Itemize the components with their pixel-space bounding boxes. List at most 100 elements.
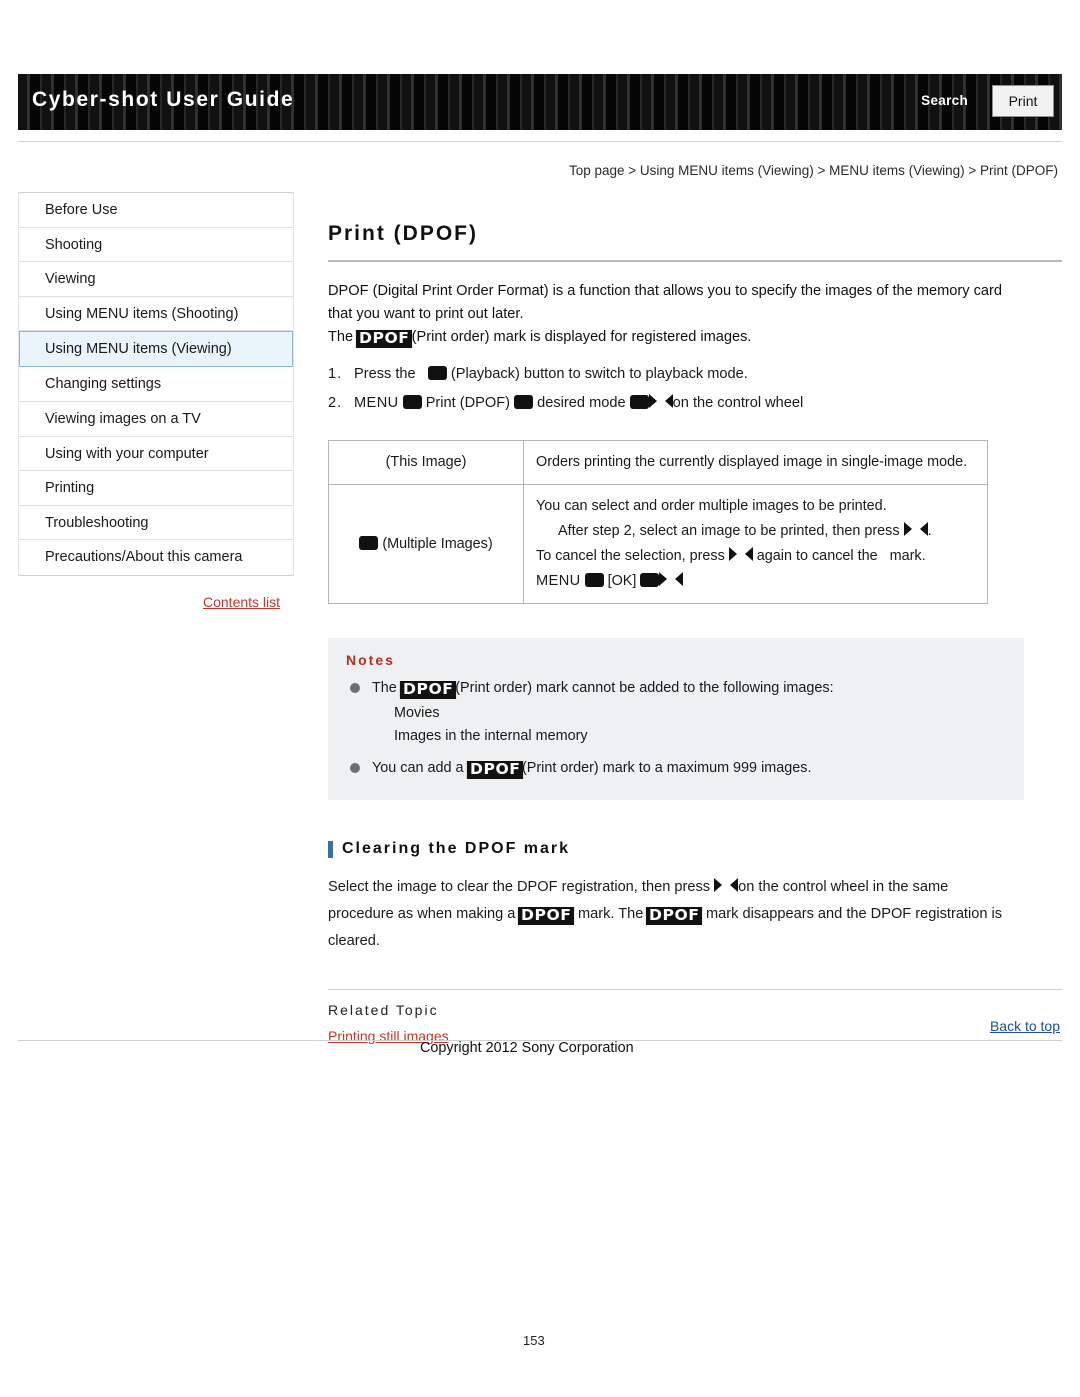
step-1-pre: Press the <box>354 366 416 382</box>
table-cell-mode-name: (This Image) <box>328 440 524 485</box>
step-2-end: on the control wheel <box>672 395 804 411</box>
menu-label: MENU <box>354 395 399 411</box>
dpof-icon: DPOF <box>518 907 576 925</box>
back-to-top-link[interactable]: Back to top <box>990 1018 1060 1034</box>
page-number: 153 <box>523 1333 545 1348</box>
breadcrumb[interactable]: Top page > Using MENU items (Viewing) > … <box>569 163 1058 178</box>
sidebar-item-troubleshooting[interactable]: Troubleshooting <box>19 505 293 541</box>
dpof-icon: DPOF <box>399 681 457 699</box>
note-1-post: (Print order) mark cannot be added to th… <box>455 680 834 696</box>
menu-label: MENU <box>536 573 581 589</box>
multi-desc-line-3: To cancel the selection, press again to … <box>536 544 975 569</box>
step-2-mode: desired mode <box>537 395 626 411</box>
intro-line-1: DPOF (Digital Print Order Format) is a f… <box>328 283 1002 299</box>
title-divider <box>328 260 1062 262</box>
note-2-pre: You can add a <box>372 760 464 776</box>
intro-paragraph: DPOF (Digital Print Order Format) is a f… <box>328 280 1062 349</box>
subsection-body: Select the image to clear the DPOF regis… <box>328 874 1062 955</box>
note-1-sub-2: Images in the internal memory <box>394 728 588 744</box>
control-wheel-arrows-icon <box>659 572 684 587</box>
table-row: (This Image) Orders printing the current… <box>328 440 988 485</box>
subsection-line-2-mid: mark. The <box>577 906 644 922</box>
step-2-mid: Print (DPOF) <box>425 395 511 411</box>
dpof-icon: DPOF <box>466 761 524 779</box>
bullet-icon <box>350 763 360 773</box>
multi-desc-line-3-pre: To cancel the selection, press <box>536 548 725 564</box>
table-cell-mode-desc: You can select and order multiple images… <box>523 484 988 604</box>
multi-desc-line-2: After step 2, select an image to be prin… <box>558 522 932 539</box>
dpof-icon: DPOF <box>646 907 704 925</box>
sidebar-item-using-menu-items-shooting[interactable]: Using MENU items (Shooting) <box>19 296 293 332</box>
related-divider <box>328 989 1062 990</box>
sidebar-nav: Before Use Shooting Viewing Using MENU i… <box>18 192 294 576</box>
bullet-icon <box>350 683 360 693</box>
page-title: Print (DPOF) <box>328 222 478 245</box>
intro-line-3-pre: The <box>328 329 358 345</box>
subsection-line-2: procedure as when making a DPOF mark. Th… <box>328 901 1062 928</box>
sidebar-item-using-with-your-computer[interactable]: Using with your computer <box>19 436 293 472</box>
control-wheel-arrows-icon <box>728 547 753 562</box>
subsection-line-1-pre: Select the image to clear the DPOF regis… <box>328 879 711 895</box>
sidebar-item-changing-settings[interactable]: Changing settings <box>19 367 293 402</box>
control-wheel-arrows-icon <box>903 522 928 537</box>
step-1-post: (Playback) button to switch to playback … <box>450 366 748 382</box>
multi-desc-line-3-post: again to cancel the <box>756 548 878 564</box>
select-button-icon <box>514 395 534 409</box>
copyright-text: Copyright 2012 Sony Corporation <box>420 1040 634 1056</box>
subsection-line-1: Select the image to clear the DPOF regis… <box>328 874 1062 901</box>
sidebar-item-using-menu-items-viewing[interactable]: Using MENU items (Viewing) <box>19 331 293 368</box>
step-1-number: 1. <box>328 366 343 382</box>
notes-title: Notes <box>346 652 395 668</box>
multi-desc-line-2-text: After step 2, select an image to be prin… <box>558 523 900 539</box>
sidebar-item-viewing-images-on-a-tv[interactable]: Viewing images on a TV <box>19 401 293 437</box>
subsection-line-2-pre: procedure as when making a <box>328 906 516 922</box>
notes-box: Notes The DPOF (Print order) mark cannot … <box>328 638 1024 800</box>
subsection-line-1-post: on the control wheel in the same <box>738 879 949 895</box>
ok-button-icon <box>640 573 660 587</box>
print-button[interactable]: Print <box>992 85 1054 117</box>
search-button[interactable]: Search <box>921 93 968 108</box>
sidebar-item-before-use[interactable]: Before Use <box>19 193 293 228</box>
subsection-line-3: cleared. <box>328 933 380 949</box>
confirm-button-icon <box>629 395 649 409</box>
multi-desc-line-4: MENU [OK] <box>536 569 975 594</box>
sidebar-item-viewing[interactable]: Viewing <box>19 262 293 297</box>
table-row: (Multiple Images) You can select and ord… <box>328 484 988 604</box>
note-item-1: The DPOF (Print order) mark cannot be add… <box>346 676 1006 700</box>
table-cell-mode-name: (Multiple Images) <box>328 484 524 604</box>
subsection-line-2-post: mark disappears and the DPOF registratio… <box>706 906 1003 922</box>
table-cell-mode-desc: Orders printing the currently displayed … <box>523 440 988 485</box>
control-wheel-arrows-icon <box>714 878 739 893</box>
note-2-post: (Print order) mark to a maximum 999 imag… <box>521 760 812 776</box>
ok-label: [OK] <box>607 573 637 589</box>
site-title: Cyber-shot User Guide <box>32 88 295 111</box>
this-image-desc: Orders printing the currently displayed … <box>536 454 968 470</box>
multi-desc-line-1: You can select and order multiple images… <box>536 498 887 514</box>
sidebar-item-precautions-about-this-camera[interactable]: Precautions/About this camera <box>19 540 293 575</box>
intro-line-3: The DPOF (Print order) mark is displayed … <box>328 326 1062 349</box>
sidebar-item-printing[interactable]: Printing <box>19 471 293 506</box>
subsection-heading: Clearing the DPOF mark <box>328 840 1062 858</box>
dpof-icon: DPOF <box>356 330 413 348</box>
site-header-banner: Cyber-shot User Guide Search Print <box>18 74 1062 130</box>
intro-line-3-post: (Print order) mark is displayed for regi… <box>411 329 752 345</box>
header-divider <box>18 141 1062 142</box>
playback-button-icon <box>427 366 447 380</box>
control-wheel-arrows-icon <box>648 394 673 409</box>
note-1-sub-1: Movies <box>394 705 440 721</box>
step-2-number: 2. <box>328 395 343 411</box>
menu-button-icon <box>584 573 604 587</box>
step-1: 1. Press the (Playback) button to switch … <box>328 360 1062 389</box>
note-item-2: You can add a DPOF (Print order) mark to … <box>346 756 1006 780</box>
intro-line-2: that you want to print out later. <box>328 306 524 322</box>
mode-table: (This Image) Orders printing the current… <box>328 440 988 604</box>
multiple-images-icon <box>359 535 379 550</box>
main-content: Print (DPOF) DPOF (Digital Print Order F… <box>328 190 1062 1044</box>
related-topic-title: Related Topic <box>328 1002 439 1018</box>
sidebar-item-shooting[interactable]: Shooting <box>19 227 293 263</box>
multi-desc-line-3-mark: mark. <box>889 548 926 564</box>
note-1-pre: The <box>372 680 397 696</box>
contents-list-link[interactable]: Contents list <box>203 594 280 610</box>
steps-list: 1. Press the (Playback) button to switch … <box>328 360 1062 418</box>
menu-button-icon <box>402 395 422 409</box>
